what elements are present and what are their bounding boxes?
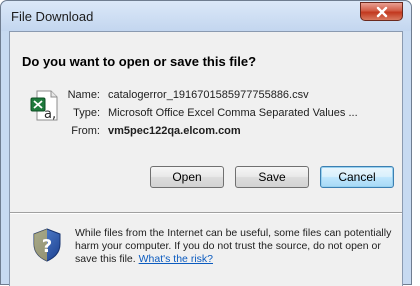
security-shield-icon: ? (33, 228, 61, 262)
open-button[interactable]: Open (150, 166, 224, 188)
close-button[interactable] (360, 2, 403, 21)
name-label: Name: (67, 89, 100, 101)
whats-the-risk-link[interactable]: What's the risk? (139, 253, 213, 265)
from-label: From: (71, 125, 100, 137)
type-label: Type: (73, 107, 100, 119)
window-title: File Download (11, 9, 94, 24)
divider (10, 212, 402, 214)
cancel-button[interactable]: Cancel (320, 166, 394, 188)
dialog-question: Do you want to open or save this file? (22, 54, 257, 69)
svg-text:?: ? (42, 236, 52, 257)
title-bar[interactable]: File Download (1, 1, 411, 31)
name-value: catalogerror_1916701585977755886.csv (108, 89, 309, 101)
warning-text: While files from the Internet can be use… (75, 227, 392, 265)
dialog-body: Do you want to open or save this file? a… (9, 31, 403, 286)
from-value: vm5pec122qa.elcom.com (108, 125, 241, 137)
type-value: Microsoft Office Excel Comma Separated V… (108, 107, 358, 119)
security-warning: While files from the Internet can be use… (75, 227, 397, 266)
save-button[interactable]: Save (235, 166, 309, 188)
close-icon (376, 6, 387, 17)
dialog-window: File Download Do you want to open or sav… (0, 0, 412, 286)
